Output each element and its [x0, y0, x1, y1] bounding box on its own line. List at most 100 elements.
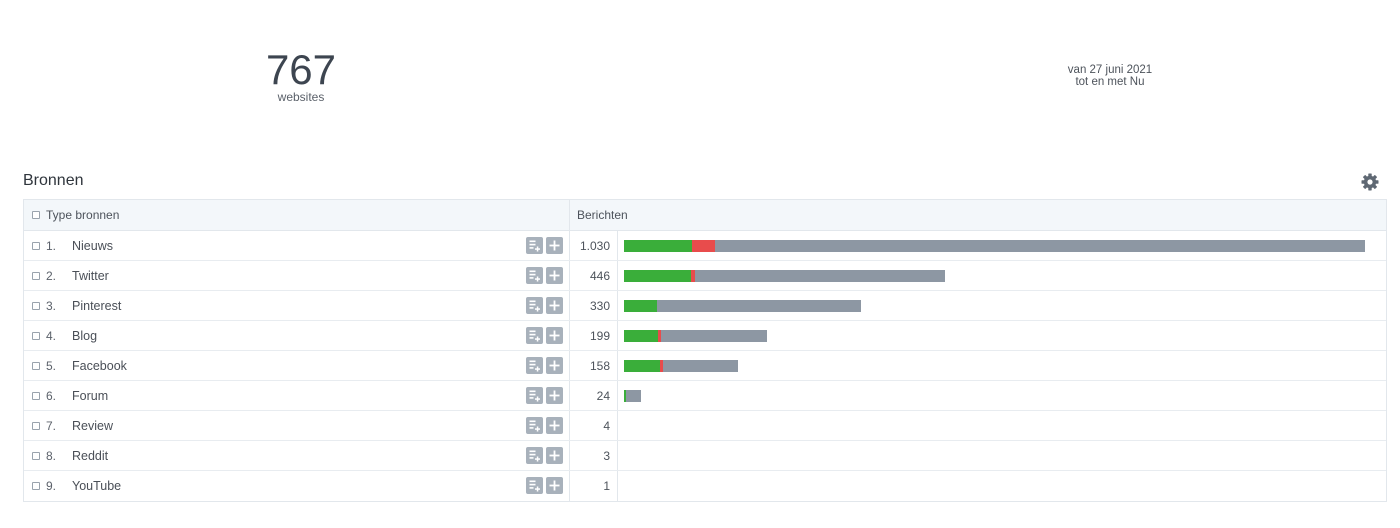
source-name[interactable]: Blog	[72, 329, 97, 343]
row-checkbox[interactable]	[32, 451, 40, 460]
plus-icon[interactable]	[546, 357, 563, 374]
header-type-column: Type bronnen	[24, 200, 570, 230]
period-end: tot en met Nu	[1075, 76, 1145, 88]
period-start: van 27 juni 2021	[1067, 64, 1153, 76]
table-row[interactable]: 8. Reddit 3	[24, 441, 1386, 471]
header-type-label[interactable]: Type bronnen	[46, 208, 119, 222]
row-checkbox[interactable]	[32, 421, 40, 430]
source-name[interactable]: Nieuws	[72, 239, 113, 253]
gear-icon[interactable]	[1360, 172, 1380, 192]
sentiment-bar-cell	[618, 351, 1386, 380]
sentiment-bar-cell	[618, 321, 1386, 350]
bar-segment-neutral	[626, 389, 641, 402]
table-row[interactable]: 1. Nieuws 1.030	[24, 231, 1386, 261]
source-cell: 2. Twitter	[24, 261, 570, 290]
plus-icon[interactable]	[546, 477, 563, 494]
bar-segment-neutral	[715, 239, 1365, 252]
source-cell: 3. Pinterest	[24, 291, 570, 320]
message-count: 4	[570, 411, 618, 440]
table-row[interactable]: 2. Twitter 446	[24, 261, 1386, 291]
plus-icon[interactable]	[546, 447, 563, 464]
sentiment-bar-cell	[618, 261, 1386, 290]
table-row[interactable]: 3. Pinterest 330	[24, 291, 1386, 321]
plus-icon[interactable]	[546, 387, 563, 404]
plus-icon[interactable]	[546, 417, 563, 434]
sentiment-bar[interactable]	[624, 239, 1365, 252]
plus-icon[interactable]	[546, 297, 563, 314]
row-rank: 2.	[46, 268, 57, 283]
report-add-icon[interactable]	[526, 477, 543, 494]
report-add-icon[interactable]	[526, 267, 543, 284]
row-rank: 1.	[46, 238, 57, 253]
source-name[interactable]: Reddit	[72, 449, 108, 463]
source-name[interactable]: Forum	[72, 389, 108, 403]
source-name[interactable]: Twitter	[72, 269, 109, 283]
bar-segment-positive	[624, 269, 691, 282]
row-checkbox[interactable]	[32, 241, 40, 250]
message-count: 446	[570, 261, 618, 290]
report-add-icon[interactable]	[526, 237, 543, 254]
sources-table: Type bronnen Berichten 1. Nieuws 1.030 2. Tw…	[23, 199, 1387, 502]
report-add-icon[interactable]	[526, 357, 543, 374]
bar-segment-neutral	[695, 269, 945, 282]
plus-icon[interactable]	[546, 327, 563, 344]
source-name[interactable]: YouTube	[72, 479, 121, 493]
row-checkbox[interactable]	[32, 391, 40, 400]
sentiment-bar-cell	[618, 231, 1386, 260]
sentiment-bar-cell	[618, 411, 1386, 440]
table-row[interactable]: 7. Review 4	[24, 411, 1386, 441]
row-checkbox[interactable]	[32, 271, 40, 280]
row-checkbox[interactable]	[32, 331, 40, 340]
report-add-icon[interactable]	[526, 417, 543, 434]
sentiment-bar[interactable]	[624, 269, 945, 282]
message-count: 3	[570, 441, 618, 470]
bar-segment-neutral	[657, 299, 861, 312]
message-count: 330	[570, 291, 618, 320]
bar-segment-negative	[692, 239, 715, 252]
row-actions	[526, 237, 563, 254]
row-checkbox[interactable]	[32, 301, 40, 310]
section-title: Bronnen	[23, 172, 84, 189]
table-row[interactable]: 9. YouTube 1	[24, 471, 1386, 501]
source-cell: 7. Review	[24, 411, 570, 440]
header-messages-label[interactable]: Berichten	[577, 208, 628, 222]
sentiment-bar[interactable]	[624, 359, 738, 372]
source-cell: 8. Reddit	[24, 441, 570, 470]
source-name[interactable]: Pinterest	[72, 299, 121, 313]
row-actions	[526, 417, 563, 434]
table-row[interactable]: 4. Blog 199	[24, 321, 1386, 351]
row-rank: 6.	[46, 388, 57, 403]
sentiment-bar[interactable]	[624, 389, 641, 402]
sentiment-bar-cell	[618, 381, 1386, 410]
sentiment-bar[interactable]	[624, 299, 861, 312]
sentiment-bar[interactable]	[624, 329, 767, 342]
source-name[interactable]: Facebook	[72, 359, 127, 373]
row-rank: 5.	[46, 358, 57, 373]
report-add-icon[interactable]	[526, 297, 543, 314]
row-actions	[526, 357, 563, 374]
sentiment-bar-cell	[618, 471, 1386, 501]
select-all-checkbox[interactable]	[32, 211, 40, 219]
bar-segment-neutral	[663, 359, 738, 372]
table-header: Type bronnen Berichten	[24, 200, 1386, 231]
plus-icon[interactable]	[546, 267, 563, 284]
message-count: 1	[570, 471, 618, 501]
report-add-icon[interactable]	[526, 327, 543, 344]
source-cell: 9. YouTube	[24, 471, 570, 501]
table-row[interactable]: 6. Forum 24	[24, 381, 1386, 411]
period-info: van 27 juni 2021 tot en met Nu	[1040, 64, 1180, 88]
plus-icon[interactable]	[546, 237, 563, 254]
row-checkbox[interactable]	[32, 361, 40, 370]
message-count: 158	[570, 351, 618, 380]
row-checkbox[interactable]	[32, 482, 40, 490]
source-cell: 6. Forum	[24, 381, 570, 410]
report-add-icon[interactable]	[526, 387, 543, 404]
source-cell: 5. Facebook	[24, 351, 570, 380]
source-name[interactable]: Review	[72, 419, 113, 433]
message-count: 1.030	[570, 231, 618, 260]
row-actions	[526, 327, 563, 344]
report-add-icon[interactable]	[526, 447, 543, 464]
row-actions	[526, 297, 563, 314]
sentiment-bar-cell	[618, 291, 1386, 320]
table-row[interactable]: 5. Facebook 158	[24, 351, 1386, 381]
